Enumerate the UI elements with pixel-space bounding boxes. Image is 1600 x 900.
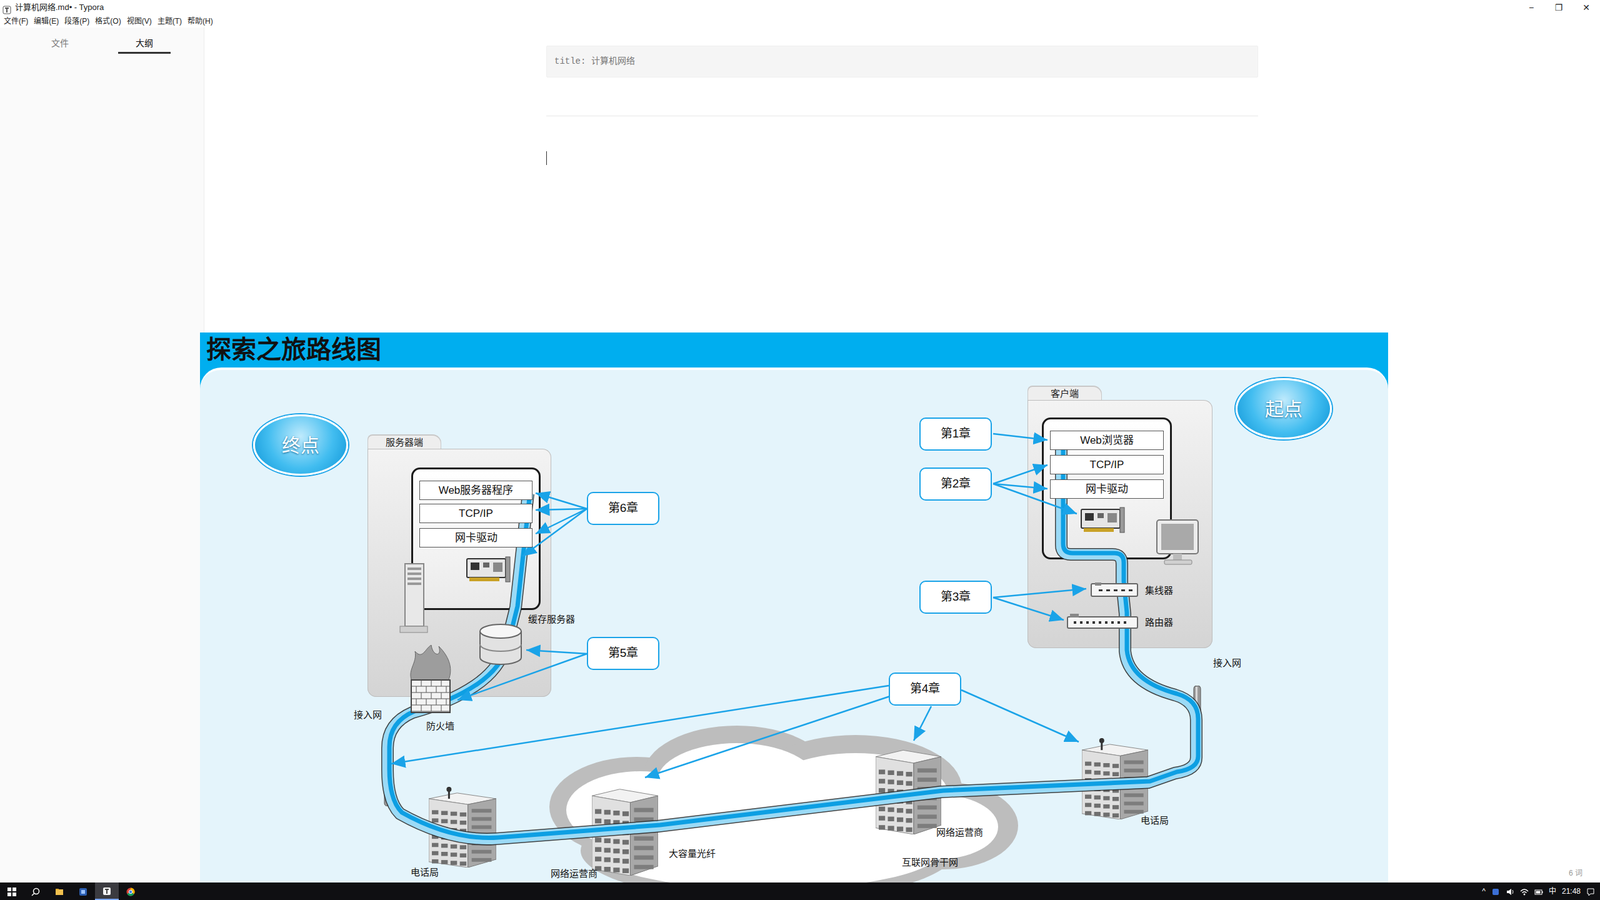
close-button[interactable]: ✕: [1572, 0, 1600, 15]
sidebar-tab[interactable]: 大纲: [101, 33, 187, 54]
network-label: 网络运营商: [550, 868, 598, 880]
clock[interactable]: 21:48: [1561, 885, 1581, 897]
typora-icon: [2, 3, 12, 12]
text-cursor: [546, 151, 547, 165]
editor-content: title: 计算机网络: [546, 27, 1259, 165]
chrome-button[interactable]: [118, 882, 143, 900]
chapter-box: 第5章: [586, 636, 660, 670]
network-label: 电话局: [1140, 815, 1169, 827]
device-label: 防火墙: [426, 720, 455, 732]
search-button[interactable]: [23, 882, 48, 900]
app-icon[interactable]: [78, 885, 88, 897]
utility-pole-icon: [382, 740, 394, 807]
word-count[interactable]: 6 词: [1568, 867, 1583, 879]
protocol-layer: Web服务器程序: [419, 480, 533, 500]
network-label: 互联网骨干网: [901, 856, 959, 869]
network-card-icon: [464, 556, 514, 584]
volume-icon[interactable]: [1505, 885, 1515, 897]
network-card-icon: [1078, 506, 1128, 535]
workspace: 文件大纲 title: 计算机网络 6 词 探索之旅路线图终点 起点服务器端 客户端 Web…: [0, 27, 1600, 883]
monitor-icon: [1153, 517, 1203, 567]
client-label: 客户端: [1027, 386, 1102, 401]
menu-item[interactable]: 格式(O): [95, 15, 121, 27]
hub-icon: [1090, 581, 1139, 599]
typora-icon[interactable]: [102, 885, 112, 897]
end-badge: 终点: [253, 414, 349, 476]
menu-item[interactable]: 帮助(H): [187, 15, 214, 27]
sidebar: 文件大纲: [0, 27, 205, 883]
sidebar-tabs: 文件大纲: [17, 33, 187, 54]
protocol-layer: TCP/IP: [419, 503, 533, 524]
utility-pole-icon: [1191, 685, 1203, 755]
typora-button[interactable]: [95, 882, 119, 900]
window-title: 计算机网络.md• - Typora: [15, 1, 1518, 14]
typora-window: 计算机网络.md• - Typora−❐✕文件(F)编辑(E)段落(P)格式(O…: [0, 0, 1600, 900]
minimize-button[interactable]: −: [1517, 0, 1545, 15]
taskbar: ^ 中 21:48: [0, 882, 1600, 900]
chapter-box: 第3章: [919, 580, 992, 614]
notification-icon[interactable]: [1586, 885, 1595, 897]
isp-building-icon: [591, 780, 659, 876]
menu-item[interactable]: 主题(T): [157, 15, 182, 27]
chapter-box: 第4章: [888, 672, 962, 706]
network-label: 接入网: [1213, 657, 1242, 669]
router-icon: [1066, 613, 1139, 630]
network-label: 电话局: [410, 866, 439, 879]
menu-item[interactable]: 编辑(E): [33, 15, 59, 27]
battery-icon[interactable]: [1534, 885, 1544, 897]
protocol-layer: 网卡驱动: [419, 528, 533, 548]
chapter-box: 第2章: [919, 467, 992, 501]
start-badge: 起点: [1235, 378, 1332, 440]
file-explorer-icon[interactable]: [55, 885, 64, 897]
device-label: 缓存服务器: [528, 613, 575, 625]
chapter-box: 第1章: [919, 417, 992, 451]
app-tray-icon[interactable]: [1491, 885, 1500, 897]
firewall-icon: [406, 645, 455, 715]
device-label: 集线器: [1145, 585, 1174, 597]
sidebar-tab[interactable]: 文件: [17, 33, 102, 54]
menu-item[interactable]: 文件(F): [3, 15, 29, 27]
tray-expand-button[interactable]: ^: [1481, 885, 1486, 897]
title-bar: 计算机网络.md• - Typora−❐✕: [0, 0, 1600, 15]
front-matter-block[interactable]: title: 计算机网络: [546, 45, 1259, 78]
cache-server-icon: [477, 622, 524, 667]
menu-item[interactable]: 视图(V): [126, 15, 152, 27]
isp-building-icon: [875, 741, 942, 835]
phone-office-icon: [428, 785, 497, 868]
system-tray: ^ 中 21:48: [1481, 885, 1600, 897]
chrome-icon[interactable]: [126, 885, 135, 897]
app-button[interactable]: [71, 882, 95, 900]
file-explorer-button[interactable]: [47, 882, 72, 900]
protocol-layer: TCP/IP: [1050, 455, 1164, 475]
restore-button[interactable]: ❐: [1545, 0, 1573, 15]
input-method-indicator[interactable]: 中: [1548, 885, 1557, 897]
network-label: 接入网: [353, 709, 382, 721]
roadmap-figure: 探索之旅路线图终点 起点服务器端 客户端 Web服务器程序 TCP/IP 网卡驱动 Web浏…: [200, 332, 1389, 883]
start-button[interactable]: [0, 882, 24, 900]
network-icon[interactable]: [1520, 885, 1529, 897]
network-label: 大容量光纤: [668, 848, 716, 860]
phone-office-icon: [1081, 736, 1149, 820]
figure-title: 探索之旅路线图: [200, 332, 1389, 368]
search-icon[interactable]: [31, 885, 40, 897]
server-icon: [398, 561, 429, 635]
protocol-layer: Web浏览器: [1050, 430, 1164, 450]
network-label: 网络运营商: [936, 826, 984, 839]
menu-item[interactable]: 段落(P): [64, 15, 90, 27]
horizontal-rule: [546, 115, 1259, 117]
server-label: 服务器端: [367, 435, 442, 450]
protocol-layer: 网卡驱动: [1050, 479, 1164, 499]
chapter-box: 第6章: [586, 491, 660, 525]
start-icon[interactable]: [7, 885, 17, 897]
menu-bar: 文件(F) 编辑(E) 段落(P) 格式(O) 视图(V) 主题(T) 帮助(H): [0, 15, 1600, 28]
device-label: 路由器: [1145, 616, 1174, 629]
